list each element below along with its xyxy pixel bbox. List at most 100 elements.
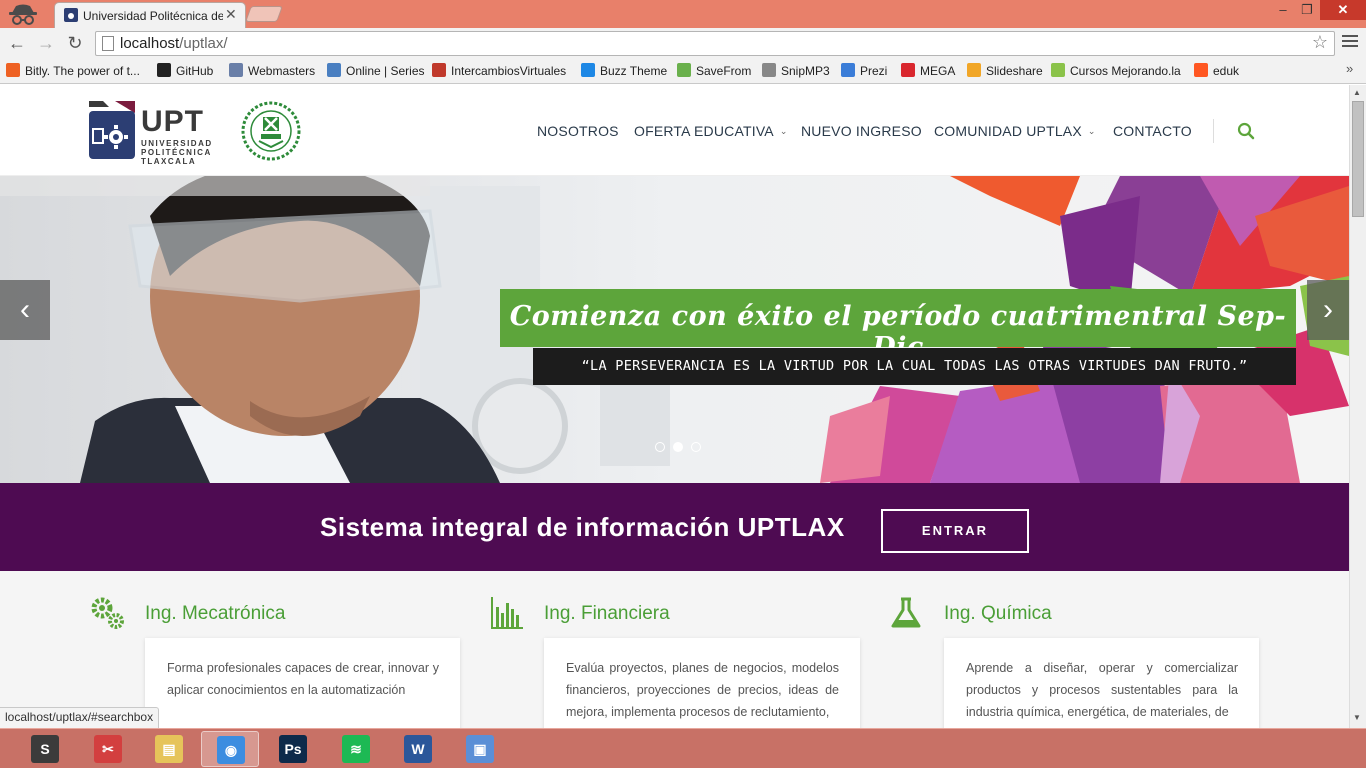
- nav-item-comunidad-uptlax[interactable]: COMUNIDAD UPTLAX ⌄: [934, 123, 1096, 139]
- bookmark-favicon-icon: [6, 63, 20, 77]
- window-maximize-button[interactable]: ❐: [1294, 0, 1320, 20]
- bookmark-favicon-icon: [677, 63, 691, 77]
- reload-button[interactable]: ↻: [64, 32, 86, 54]
- taskbar-glyph: S: [40, 741, 50, 757]
- nav-item-contacto[interactable]: CONTACTO: [1113, 123, 1192, 139]
- flask-icon: [891, 597, 921, 628]
- window-minimize-button[interactable]: –: [1270, 0, 1296, 20]
- upt-subtitle: UNIVERSIDAD POLITÉCNICA TLAXCALA: [141, 139, 213, 166]
- nav-divider: [1213, 119, 1214, 143]
- browser-toolbar: ← → ↻ localhost/uptlax/ ☆: [0, 28, 1366, 58]
- bar-chart-icon: [491, 597, 523, 629]
- bookmark-label: Slideshare: [986, 64, 1043, 78]
- nav-item-label: COMUNIDAD UPTLAX: [934, 123, 1082, 139]
- program-title-mecatronica[interactable]: Ing. Mecatrónica: [145, 603, 285, 625]
- tab-close-button[interactable]: ✕: [225, 6, 237, 23]
- bookmark-item[interactable]: Bitly. The power of t...: [6, 63, 140, 78]
- slide-caption-title: Comienza con éxito el período cuatriment…: [500, 289, 1296, 363]
- status-bubble: localhost/uptlax/#searchbox: [0, 707, 160, 728]
- nav-item-label: CONTACTO: [1113, 123, 1192, 139]
- bookmark-item[interactable]: Prezi: [841, 63, 887, 78]
- bookmark-label: Cursos Mejorando.la: [1070, 64, 1181, 78]
- taskbar-glyph: ≋: [350, 741, 362, 757]
- bookmark-favicon-icon: [327, 63, 341, 77]
- taskbar-glyph: Ps: [284, 741, 302, 757]
- bookmark-label: eduk: [1213, 64, 1240, 78]
- bookmark-item[interactable]: MEGA: [901, 63, 955, 78]
- browser-tab[interactable]: Universidad Politécnica de ✕: [54, 2, 246, 28]
- bookmark-favicon-icon: [581, 63, 595, 77]
- bookmark-item[interactable]: IntercambiosVirtuales: [432, 63, 566, 78]
- sii-title: Sistema integral de información UPTLAX: [320, 512, 845, 542]
- program-card-quimica: Aprende a diseñar, operar y comercializa…: [944, 638, 1259, 728]
- bookmark-label: SnipMP3: [781, 64, 830, 78]
- bookmark-item[interactable]: Buzz Theme: [581, 63, 667, 78]
- forward-button[interactable]: →: [35, 32, 57, 54]
- taskbar-chrome[interactable]: ◉: [201, 731, 259, 767]
- window-close-button[interactable]: ✕: [1320, 0, 1366, 20]
- nav-item-oferta-educativa[interactable]: OFERTA EDUCATIVA ⌄: [634, 123, 788, 139]
- taskbar-control-panel[interactable]: ▣: [451, 731, 509, 767]
- bookmarks-overflow-button[interactable]: »: [1346, 61, 1353, 76]
- page-scrollbar[interactable]: ▲ ▼: [1349, 85, 1366, 728]
- back-button[interactable]: ←: [6, 32, 28, 54]
- scroll-thumb[interactable]: [1352, 101, 1364, 217]
- bookmark-favicon-icon: [157, 63, 171, 77]
- bookmark-favicon-icon: [229, 63, 243, 77]
- taskbar-glyph: ✂: [102, 741, 114, 757]
- enter-button[interactable]: ENTRAR: [881, 509, 1029, 553]
- word-icon: W: [404, 735, 432, 763]
- bookmark-item[interactable]: Slideshare: [967, 63, 1043, 78]
- bookmark-favicon-icon: [841, 63, 855, 77]
- chrome-icon: ◉: [217, 736, 245, 764]
- taskbar-word[interactable]: W: [389, 731, 447, 767]
- slider-dot[interactable]: [655, 442, 665, 452]
- bookmark-item[interactable]: Webmasters: [229, 63, 315, 78]
- bookmark-item[interactable]: GitHub: [157, 63, 213, 78]
- bookmark-item[interactable]: Cursos Mejorando.la: [1051, 63, 1181, 78]
- gears-icon: [91, 597, 124, 629]
- search-icon[interactable]: [1237, 122, 1255, 140]
- new-tab-button[interactable]: [245, 6, 283, 22]
- bookmark-label: Webmasters: [248, 64, 316, 78]
- bookmark-favicon-icon: [967, 63, 981, 77]
- bookmark-star-icon[interactable]: ☆: [1312, 32, 1328, 53]
- nav-item-nuevo-ingreso[interactable]: NUEVO INGRESO: [801, 123, 922, 139]
- sii-banner: Sistema integral de información UPTLAX E…: [0, 483, 1349, 571]
- address-text: localhost/uptlax/: [120, 35, 228, 52]
- slider-prev-button[interactable]: ‹: [0, 280, 50, 340]
- bookmark-item[interactable]: eduk: [1194, 63, 1239, 78]
- nav-item-label: OFERTA EDUCATIVA: [634, 123, 774, 139]
- bookmark-favicon-icon: [432, 63, 446, 77]
- page-viewport: UPT UNIVERSIDAD POLITÉCNICA TLAXCALA NOS…: [0, 85, 1349, 728]
- file-explorer-icon: ▤: [155, 735, 183, 763]
- taskbar-file-explorer[interactable]: ▤: [140, 731, 198, 767]
- slider-next-button[interactable]: ›: [1307, 280, 1349, 340]
- slider-dot[interactable]: [691, 442, 701, 452]
- bookmark-favicon-icon: [901, 63, 915, 77]
- bookmark-favicon-icon: [1051, 63, 1065, 77]
- nav-item-nosotros[interactable]: NOSOTROS: [537, 123, 619, 139]
- taskbar-sublime-text[interactable]: S: [16, 731, 74, 767]
- bookmark-label: Prezi: [860, 64, 888, 78]
- url-host: localhost: [120, 35, 180, 52]
- bookmark-label: SaveFrom: [696, 64, 752, 78]
- address-bar[interactable]: localhost/uptlax/ ☆: [95, 31, 1335, 56]
- chrome-menu-icon[interactable]: [1342, 35, 1358, 49]
- slider-dot[interactable]: [673, 442, 683, 452]
- taskbar-photoshop[interactable]: Ps: [264, 731, 322, 767]
- programs-section: Ing. Mecatrónica Forma profesionales cap…: [0, 571, 1349, 728]
- program-title-financiera[interactable]: Ing. Financiera: [544, 603, 670, 625]
- scroll-down-icon[interactable]: ▼: [1353, 713, 1361, 722]
- slide-caption-quote: “LA PERSEVERANCIA ES LA VIRTUD POR LA CU…: [533, 348, 1296, 385]
- scroll-up-icon[interactable]: ▲: [1353, 88, 1361, 97]
- main-navigation: NOSOTROS OFERTA EDUCATIVA ⌄ NUEVO INGRESO CO…: [0, 123, 1349, 143]
- taskbar-snipping-tool[interactable]: ✂: [79, 731, 137, 767]
- program-title-quimica[interactable]: Ing. Química: [944, 603, 1052, 625]
- bookmark-item[interactable]: SaveFrom: [677, 63, 751, 78]
- taskbar-spotify[interactable]: ≋: [327, 731, 385, 767]
- bookmark-item[interactable]: Online | Series: [327, 63, 425, 78]
- bookmark-item[interactable]: SnipMP3: [762, 63, 830, 78]
- url-path: /uptlax/: [179, 35, 228, 52]
- incognito-icon: [9, 4, 37, 25]
